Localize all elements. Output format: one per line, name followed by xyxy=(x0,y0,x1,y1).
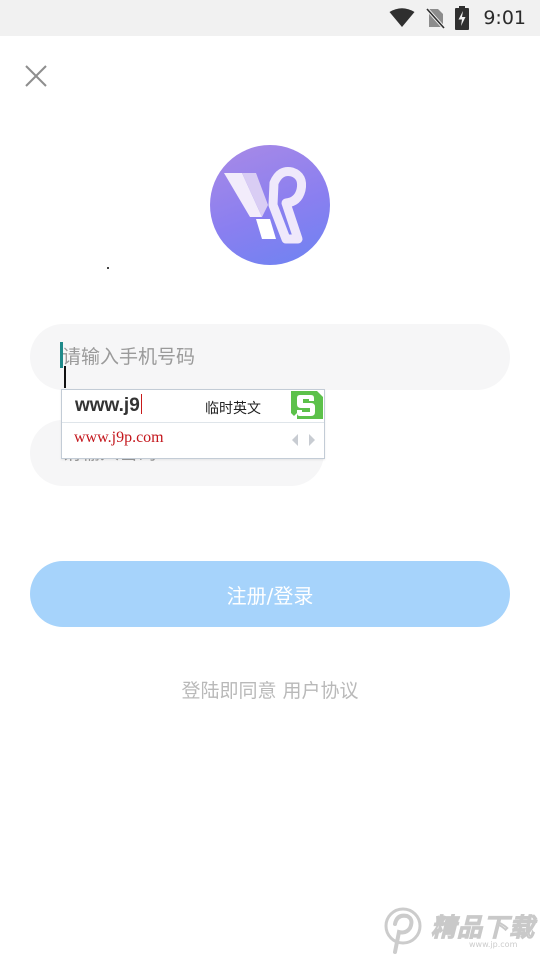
status-bar: 9:01 xyxy=(0,0,540,36)
chevron-right-icon[interactable] xyxy=(308,433,316,447)
ime-composition-row: www.j9 临时英文 xyxy=(62,390,324,423)
agreement-notice: 登陆即同意 用户协议 xyxy=(0,676,540,703)
chevron-left-icon[interactable] xyxy=(291,433,299,447)
watermark-logo-icon xyxy=(384,907,422,954)
phone-input[interactable] xyxy=(62,324,482,390)
watermark-subtext: www.jp.com xyxy=(469,940,518,949)
ime-page-arrows xyxy=(291,433,316,447)
ime-mode-label[interactable]: 临时英文 xyxy=(205,398,261,418)
ime-composition-text: www.j9 xyxy=(75,394,142,417)
ime-cursor xyxy=(140,394,142,414)
user-agreement-link[interactable]: 用户协议 xyxy=(283,680,359,702)
sogou-s-icon xyxy=(291,391,323,419)
text-cursor xyxy=(60,342,63,368)
ime-candidate-popup: www.j9 临时英文 www.j9p.com xyxy=(61,389,325,459)
no-sim-icon xyxy=(426,7,446,29)
close-button[interactable] xyxy=(22,62,50,90)
watermark-text: 精品下载 xyxy=(430,913,536,943)
agreement-prefix: 登陆即同意 xyxy=(181,680,277,702)
wifi-icon xyxy=(389,8,415,27)
stray-dot xyxy=(107,267,109,269)
watermark: 精品下载 www.jp.com xyxy=(381,902,540,960)
ime-composition-value: www.j9 xyxy=(75,395,140,416)
battery-charging-icon xyxy=(455,6,470,30)
status-icons: 9:01 xyxy=(389,0,526,36)
phone-field[interactable] xyxy=(30,324,510,390)
ime-candidate-item[interactable]: www.j9p.com xyxy=(74,429,164,447)
app-logo xyxy=(210,145,330,265)
text-cursor-tail xyxy=(64,366,66,388)
close-icon xyxy=(25,65,47,87)
login-screen: 9:01 www.j9 临时英文 xyxy=(0,0,540,960)
status-time: 9:01 xyxy=(483,7,526,29)
register-login-button[interactable]: 注册/登录 xyxy=(30,561,510,627)
app-logo-icon xyxy=(224,167,307,244)
